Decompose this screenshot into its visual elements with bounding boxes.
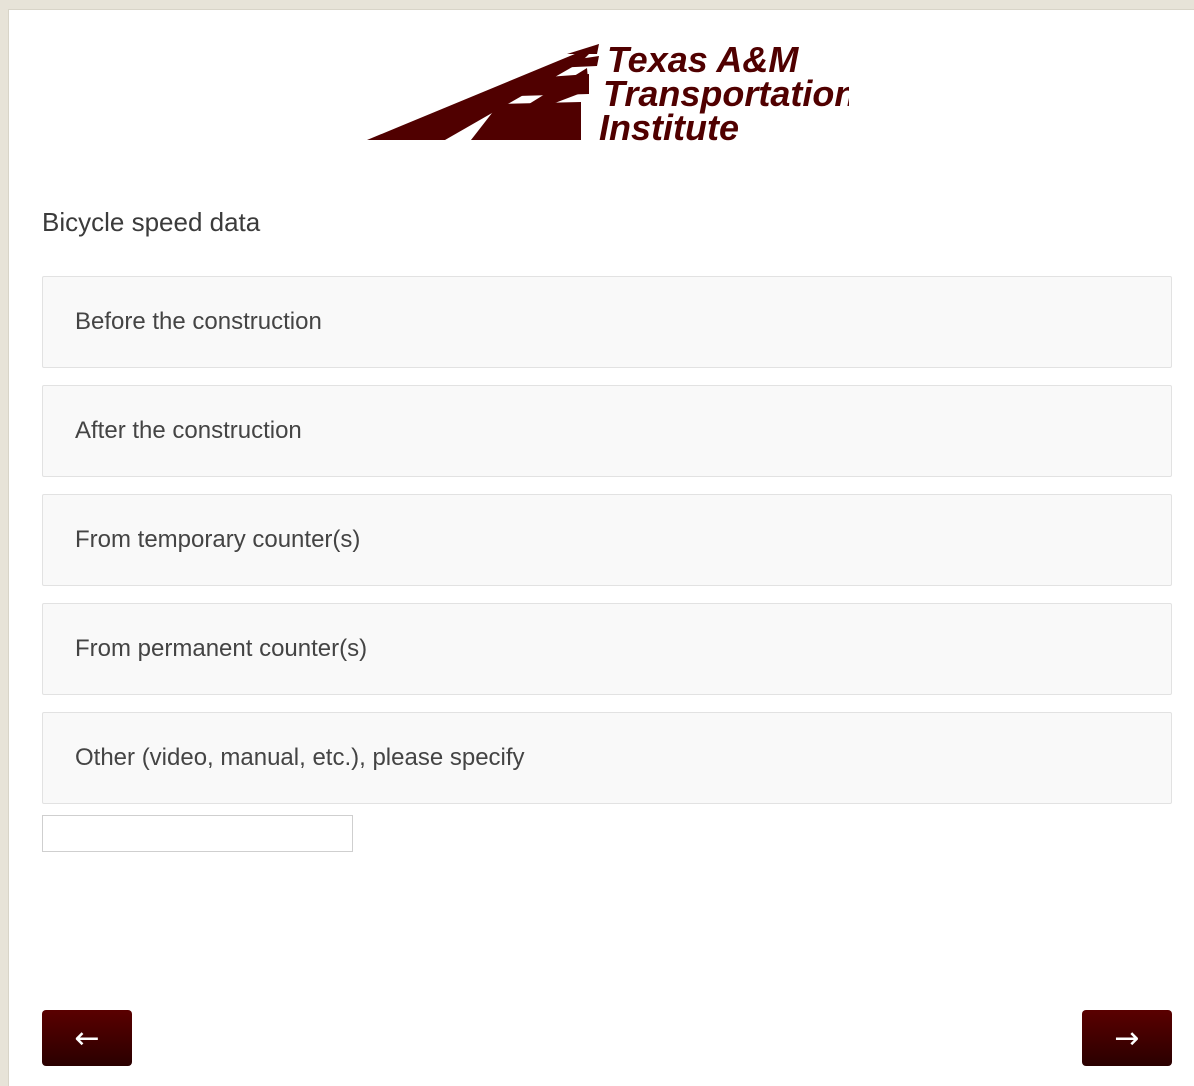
other-specify-input[interactable] xyxy=(42,815,353,852)
tti-logo: Texas A&M Transportation Institute xyxy=(367,42,849,144)
choice-label: From temporary counter(s) xyxy=(75,526,361,553)
back-button[interactable]: ← xyxy=(42,1010,132,1066)
choice-after-construction[interactable]: After the construction xyxy=(42,385,1172,477)
choice-label: After the construction xyxy=(75,417,302,444)
choice-label: Other (video, manual, etc.), please spec… xyxy=(75,744,525,771)
next-button[interactable]: → xyxy=(1082,1010,1172,1066)
choice-label: Before the construction xyxy=(75,308,322,335)
question-text: Bicycle speed data xyxy=(42,207,261,237)
choice-permanent-counters[interactable]: From permanent counter(s) xyxy=(42,603,1172,695)
choice-before-construction[interactable]: Before the construction xyxy=(42,276,1172,368)
logo-text-line3: Institute xyxy=(599,107,739,144)
choice-temporary-counters[interactable]: From temporary counter(s) xyxy=(42,494,1172,586)
choice-other[interactable]: Other (video, manual, etc.), please spec… xyxy=(42,712,1172,804)
choice-label: From permanent counter(s) xyxy=(75,635,368,662)
choice-list: Before the construction After the constr… xyxy=(42,276,1172,821)
survey-page: Texas A&M Transportation Institute Bicyc… xyxy=(8,9,1194,1086)
